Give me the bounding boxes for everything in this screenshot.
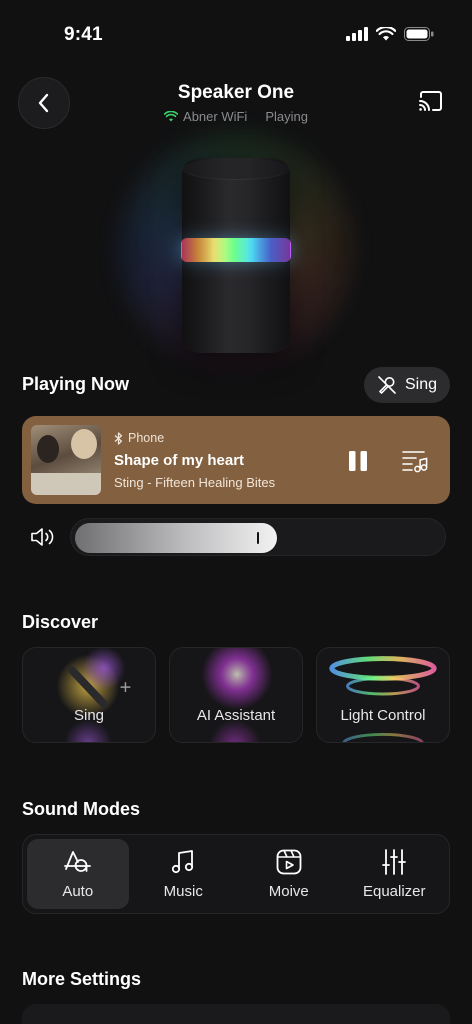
mode-music-label: Music [163,882,203,900]
wifi-icon [164,111,179,122]
more-settings-title: More Settings [22,969,142,989]
sing-label: Sing [404,376,438,393]
volume-handle[interactable] [257,532,259,544]
network-status: Abner WiFi [164,109,247,124]
mode-movie[interactable]: Moive [238,839,340,909]
playing-now-title: Playing Now [22,374,130,394]
sing-button[interactable]: Sing [364,367,450,403]
status-bar: 9:41 [0,0,472,70]
speaker-image [181,158,291,353]
discover-sing-card[interactable]: Sing [22,647,156,743]
light-control-art-icon [329,656,437,742]
battery-icon [404,27,434,41]
microphone-off-icon [378,376,396,394]
wifi-status-icon [376,27,396,41]
device-status-line: Abner WiFi Playing [0,109,472,124]
song-artist: Sting - Fifteen Healing Bites [114,475,276,490]
speaker-screen: 9:41 Speaker One Abner WiFi Playing Play… [0,0,472,1024]
pause-button[interactable] [347,450,369,477]
speaker-shading [182,158,290,353]
mode-auto[interactable]: Auto [27,839,129,909]
cast-button[interactable] [418,90,444,119]
cast-icon [419,91,442,111]
volume-icon [30,526,56,553]
song-title: Shape of my heart [114,452,245,469]
playlist-button[interactable] [402,449,428,478]
status-time: 9:41 [64,24,103,45]
source-name: Phone [128,431,165,445]
playback-source: Phone [114,431,164,445]
discover-light-control-label: Light Control [340,707,426,724]
status-icons [346,27,434,41]
network-name: Abner WiFi [183,109,248,124]
mode-auto-label: Auto [62,882,94,900]
cellular-signal-icon [346,27,368,41]
device-title: Speaker One [177,82,295,103]
equalizer-icon [382,848,407,875]
mode-equalizer-label: Equalizer [362,882,426,900]
discover-title: Discover [22,612,99,632]
discover-ai-assistant-label: AI Assistant [196,707,276,724]
music-note-icon [172,849,194,873]
auto-mode-icon [63,850,91,872]
volume-level [75,523,277,553]
discover-sing-label: Sing [73,707,105,724]
mode-movie-label: Moive [268,882,309,900]
sound-modes-title: Sound Modes [22,799,140,819]
album-art [31,425,101,495]
pause-icon [349,451,367,471]
movie-icon [276,849,302,874]
mode-equalizer[interactable]: Equalizer [344,839,446,909]
discover-light-control-card[interactable]: Light Control [316,647,450,743]
bluetooth-icon [114,431,123,445]
now-playing-card[interactable]: Phone Shape of my heart Sting - Fifteen … [22,416,450,504]
more-settings-card[interactable] [22,1004,450,1024]
sound-modes-selector: Auto Music Moive Equalizer [22,834,450,914]
volume-slider[interactable] [70,518,446,556]
discover-ai-assistant-card[interactable]: AI Assistant [169,647,303,743]
ai-assistant-art-icon [201,648,273,742]
playback-state: Playing [265,109,308,124]
discover-list: Sing AI Assistant Light Control [22,647,450,743]
playlist-icon [402,451,428,473]
mode-music[interactable]: Music [133,839,235,909]
sing-art-icon [56,648,131,742]
